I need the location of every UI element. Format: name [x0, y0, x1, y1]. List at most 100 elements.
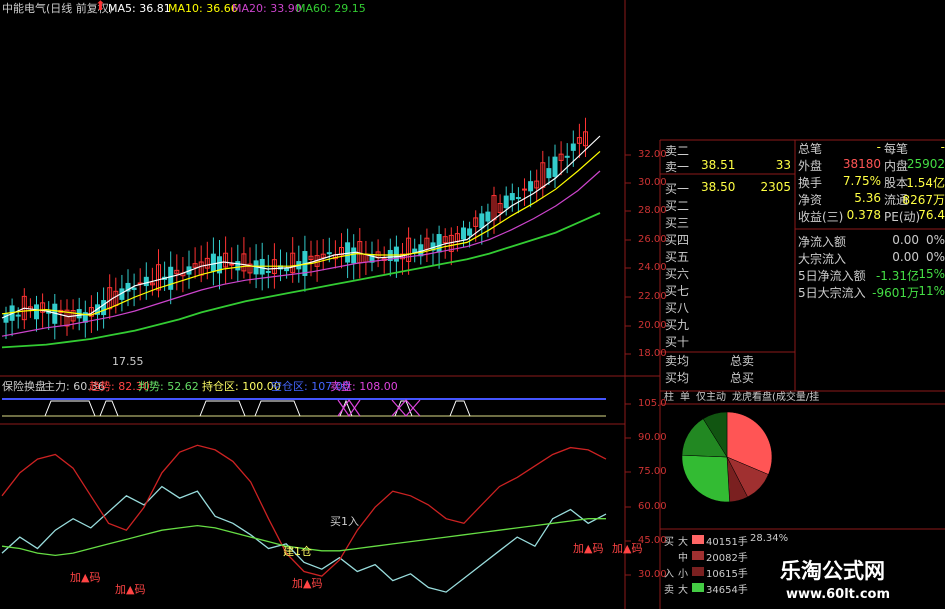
- candle-body: [515, 197, 521, 200]
- stat-value: 7.75%: [842, 174, 881, 188]
- flow-volume: 34654手: [706, 585, 748, 596]
- chart-canvas: [0, 0, 945, 609]
- flow-volume: 20082手: [706, 553, 748, 564]
- stat-row: 外盘 38180 内盘 25902: [798, 157, 945, 174]
- candle-body: [229, 263, 235, 266]
- flow-percent: -11%: [913, 284, 945, 298]
- tab-zhu[interactable]: 柱: [664, 392, 674, 404]
- order-book-row: 买九: [665, 316, 795, 332]
- ma5-label: MA5: 36.81: [108, 2, 171, 15]
- price-tick-label: 18.00: [638, 348, 667, 359]
- stat-label: 外盘: [798, 159, 823, 173]
- price-tick-label: 30.00: [638, 177, 667, 188]
- watermark: 乐淘公式网 www.60lt.com: [760, 555, 945, 609]
- candle-body: [546, 168, 552, 179]
- jiama-label: 加▲码: [612, 542, 643, 555]
- tab-dan[interactable]: 单: [680, 392, 690, 404]
- band-step: [44, 400, 96, 417]
- order-label: 卖一: [665, 160, 690, 174]
- order-label: 买九: [665, 318, 690, 332]
- ind-tick-label: 75.00: [638, 466, 667, 477]
- candle-body: [34, 304, 39, 320]
- candle-body: [131, 287, 137, 290]
- jiama-label: 加▲码: [115, 583, 146, 596]
- flow-percent: -15%: [913, 267, 945, 281]
- candle-body: [143, 276, 149, 287]
- order-price: 38.51: [701, 158, 736, 172]
- panshi-label: 判势: 52.62: [138, 380, 199, 393]
- money-flow-row: 入小 10615手: [664, 565, 764, 580]
- order-book-row: 买五: [665, 248, 795, 264]
- price-tick-label: 24.00: [638, 262, 667, 273]
- candle-body: [15, 314, 21, 317]
- indicator-name: 保险换盘: [2, 380, 46, 393]
- stat-label: 收益(三): [798, 210, 844, 224]
- flow-size: 大: [678, 585, 688, 596]
- stat-value: -: [876, 140, 881, 154]
- candle-body: [479, 213, 485, 229]
- arrow-icon: ⬆: [95, 0, 106, 14]
- flow-volume: 40151手: [706, 537, 748, 548]
- flow-size: 中: [678, 553, 688, 564]
- flow-percent: 0%: [925, 250, 945, 264]
- order-book-row: 买一 38.50 2305: [665, 180, 795, 196]
- flow-swatch: [692, 583, 704, 592]
- candle-body: [345, 242, 351, 263]
- band-step: [254, 400, 301, 417]
- band-step: [99, 400, 119, 417]
- order-label: 买二: [665, 199, 690, 213]
- order-label: 买八: [665, 301, 690, 315]
- price-tick-label: 22.00: [638, 291, 667, 302]
- flow-label: 5日大宗流入: [798, 286, 866, 300]
- order-book-row: 买八: [665, 299, 795, 315]
- order-volume: 33: [775, 158, 791, 172]
- price-tick-label: 26.00: [638, 234, 667, 245]
- jiancang-label: 建1仓: [283, 545, 312, 558]
- tab-zhudong[interactable]: 仅主动: [696, 392, 726, 404]
- low-price-label: 17.55: [112, 355, 144, 368]
- stat-row: 总笔 - 每笔 -: [798, 140, 945, 157]
- candle-body: [570, 143, 576, 151]
- flow-size: 小: [678, 569, 688, 580]
- stat-label: 每笔: [884, 142, 909, 156]
- candle-body: [503, 195, 509, 209]
- order-label: 买四: [665, 233, 690, 247]
- candle-body: [326, 252, 332, 255]
- order-book-row: 买六: [665, 265, 795, 281]
- ma60-label: MA60: 29.15: [296, 2, 366, 15]
- total-buy-label: 总买: [730, 371, 755, 385]
- stat-label: 净资: [798, 193, 823, 207]
- money-flow-row: 卖大 34654手: [664, 581, 764, 596]
- order-price: 38.50: [701, 180, 736, 194]
- candle-body: [210, 253, 216, 272]
- pie-slice: [681, 454, 730, 503]
- order-book-row: 买四: [665, 231, 795, 247]
- candle-body: [436, 234, 442, 253]
- stat-row: 净资 5.36 流通 8267万: [798, 191, 945, 208]
- ind-tick-label: 30.00: [638, 569, 667, 580]
- flow-value: 0.00: [892, 250, 919, 264]
- money-flow-row: 买大 40151手 28.34%: [664, 533, 788, 548]
- flow-row: 5日大宗流入 -9601万 -11%: [798, 284, 945, 301]
- candle-body: [101, 300, 107, 316]
- candle-body: [168, 266, 174, 290]
- stat-value: 1.54亿: [906, 176, 945, 190]
- flow-swatch: [692, 551, 704, 560]
- candle-body: [509, 193, 515, 201]
- flow-label: 5日净流入额: [798, 269, 866, 283]
- tab-longhu[interactable]: 龙虎看盘(成交量/挂: [732, 392, 819, 404]
- jiama-label: 加▲码: [573, 542, 604, 555]
- order-volume: 2305: [760, 180, 791, 194]
- watermark-name: 乐淘公式网: [780, 559, 885, 583]
- flow-size: 大: [678, 537, 688, 548]
- order-book-row: 卖一 38.51 33: [665, 158, 795, 174]
- ma20-label: MA20: 33.90: [232, 2, 302, 15]
- cangwei-label: 持仓区: 100.00: [202, 380, 281, 393]
- flow-percent: 28.34%: [750, 533, 789, 544]
- flow-swatch: [692, 535, 704, 544]
- order-label: 买六: [665, 267, 690, 281]
- order-label: 买五: [665, 250, 690, 264]
- candle-body: [235, 261, 241, 271]
- stat-row: 收益(三) 0.378 PE(动) 76.4: [798, 208, 945, 225]
- stat-row: 换手 7.75% 股本 1.54亿: [798, 174, 945, 191]
